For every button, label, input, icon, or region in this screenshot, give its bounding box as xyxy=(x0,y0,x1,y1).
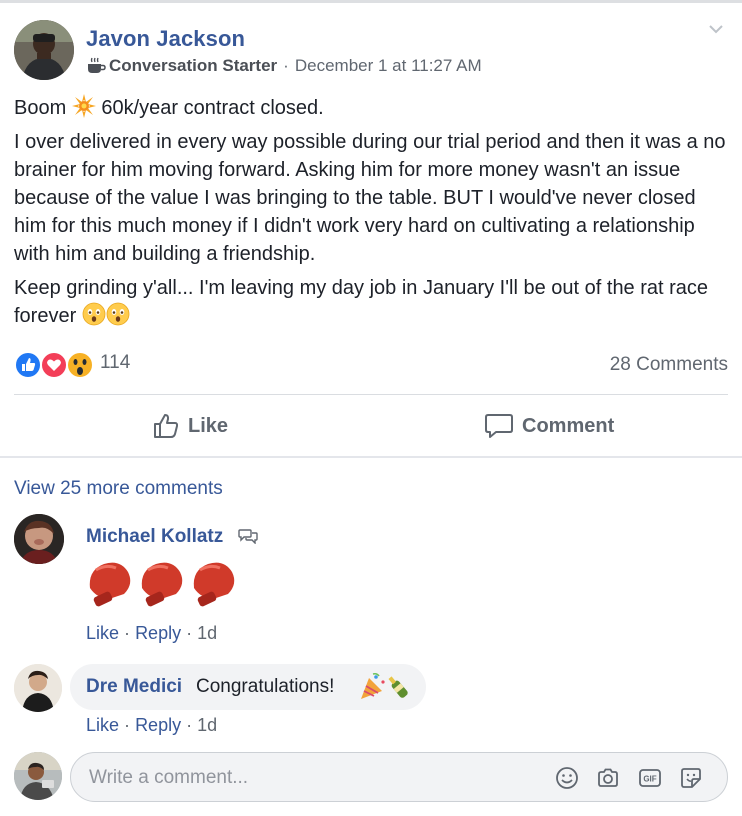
comment-button-label: Comment xyxy=(522,414,615,437)
comment-reply-link[interactable]: Reply xyxy=(135,623,181,643)
separator: · xyxy=(124,715,131,735)
comment-author-name[interactable]: Michael Kollatz xyxy=(86,526,223,548)
astonished-emoji xyxy=(106,302,130,326)
comment-author-name[interactable]: Dre Medici xyxy=(86,676,182,698)
comment-text: Congratulations! xyxy=(196,676,335,697)
comment-time[interactable]: 1d xyxy=(197,715,217,735)
paragraph-1-end: 60k/year contract closed. xyxy=(101,97,324,119)
post-body: Boom 60k/year contract closed. I over de… xyxy=(14,94,730,336)
avatar[interactable] xyxy=(14,664,62,712)
astonished-emoji xyxy=(82,302,106,326)
view-more-comments-link[interactable]: View 25 more comments xyxy=(14,478,223,500)
coffee-cup-icon xyxy=(88,57,106,73)
separator: · xyxy=(124,623,131,643)
badge-label[interactable]: Conversation Starter xyxy=(109,56,277,76)
meta-separator: · xyxy=(283,56,289,75)
write-comment-input[interactable] xyxy=(89,765,529,791)
sparkle-emoji xyxy=(71,94,96,118)
comment-like-link[interactable]: Like xyxy=(86,715,119,735)
divider xyxy=(0,456,742,458)
comment-bubble: Dre Medici Congratulations! xyxy=(70,664,426,710)
camera-icon[interactable] xyxy=(596,766,620,790)
speech-bubble-icon xyxy=(485,414,513,438)
author-avatar[interactable] xyxy=(14,20,74,80)
party-popper-emoji xyxy=(361,673,408,699)
like-button[interactable]: Like xyxy=(152,404,228,448)
comment-button[interactable]: Comment xyxy=(484,404,614,448)
comment-actions: Like · Reply · 1d xyxy=(86,715,217,736)
comment-actions: Like · Reply · 1d xyxy=(86,623,217,644)
gif-icon[interactable]: GIF xyxy=(638,766,662,790)
reactions-row: 114 28 Comments xyxy=(14,348,728,380)
reaction-count[interactable]: 114 xyxy=(100,352,130,374)
post-author-name[interactable]: Javon Jackson xyxy=(86,26,245,52)
post-timestamp[interactable]: December 1 at 11:27 AM xyxy=(295,56,482,76)
post-paragraph-1: Boom 60k/year contract closed. xyxy=(14,94,730,122)
like-reaction-icon xyxy=(14,351,42,379)
top-border xyxy=(0,0,742,3)
current-user-avatar[interactable] xyxy=(14,752,62,800)
post-paragraph-2: I over delivered in every way possible d… xyxy=(14,131,726,265)
conversation-badge-icon xyxy=(238,529,258,544)
paragraph-1-start: Boom xyxy=(14,97,67,119)
post-header: Javon Jackson Conversation Starter · Dec… xyxy=(14,20,728,82)
love-reaction-icon xyxy=(40,351,68,379)
post-paragraph-3: Keep grinding y'all... I'm leaving my da… xyxy=(14,274,730,330)
separator: · xyxy=(186,623,193,643)
wow-reaction-icon xyxy=(66,351,94,379)
comments-count[interactable]: 28 Comments xyxy=(610,354,728,376)
reaction-icons[interactable] xyxy=(14,350,98,380)
thumbs-up-icon xyxy=(154,414,179,438)
like-button-label: Like xyxy=(188,414,229,437)
divider xyxy=(14,394,728,395)
comment-composer: GIF xyxy=(70,752,728,802)
boxing-glove-emoji xyxy=(89,562,235,607)
comment-time[interactable]: 1d xyxy=(197,623,217,643)
svg-text:GIF: GIF xyxy=(643,775,656,784)
sticker-icon[interactable] xyxy=(679,766,703,790)
comment-reply-link[interactable]: Reply xyxy=(135,715,181,735)
comment-like-link[interactable]: Like xyxy=(86,623,119,643)
avatar[interactable] xyxy=(14,514,64,564)
separator: · xyxy=(186,715,193,735)
post-meta: Conversation Starter · December 1 at 11:… xyxy=(86,56,482,76)
chevron-down-icon[interactable] xyxy=(706,22,726,36)
champagne-bottle-emoji xyxy=(388,676,408,698)
smiley-icon[interactable] xyxy=(555,766,579,790)
